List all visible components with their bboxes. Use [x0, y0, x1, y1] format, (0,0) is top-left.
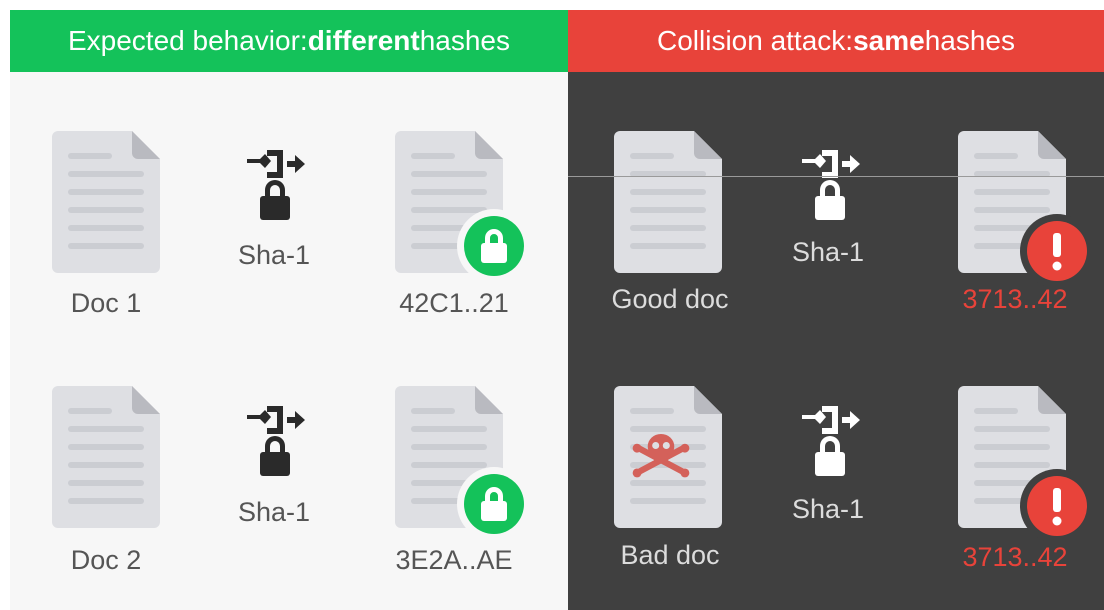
collision-attack-header: Collision attack: same hashes [568, 10, 1104, 72]
exclamation-badge-icon [1020, 214, 1094, 288]
lock-badge-icon [457, 209, 531, 283]
header-prefix: Collision attack: [656, 25, 854, 56]
document-icon [52, 131, 160, 273]
doc-name-label: Bad doc [620, 540, 720, 570]
header-suffix: hashes [924, 25, 1015, 56]
header-prefix: Expected behavior: [67, 25, 308, 56]
header-bold: same [853, 25, 925, 56]
hash-function-icon [798, 150, 862, 222]
header-bold: different [307, 25, 420, 56]
expected-behavior-header: Expected behavior: different hashes [10, 10, 568, 72]
hash-value: 3713..42 [962, 284, 1068, 314]
doc-name-label: Doc 1 [70, 288, 142, 318]
document-icon [52, 386, 160, 528]
collision-attack-panel: Collision attack: same hashes Good doc S… [568, 10, 1104, 610]
hash-value: 3713..42 [962, 542, 1068, 572]
skull-crossbones-icon [630, 430, 692, 484]
hash-function-icon [243, 150, 307, 222]
doc-name-label: Doc 2 [70, 545, 142, 575]
hash-function-icon [798, 406, 862, 478]
hash-value: 3E2A..AE [395, 545, 513, 575]
hash-value: 42C1..21 [399, 288, 509, 318]
divider-line [568, 176, 1104, 177]
lock-badge-icon [457, 467, 531, 541]
algorithm-label: Sha-1 [237, 497, 311, 527]
algorithm-label: Sha-1 [237, 240, 311, 270]
header-suffix: hashes [419, 25, 510, 56]
exclamation-badge-icon [1020, 469, 1094, 543]
algorithm-label: Sha-1 [791, 494, 865, 524]
expected-behavior-panel: Expected behavior: different hashes Doc … [10, 10, 568, 610]
doc-name-label: Good doc [611, 284, 729, 314]
hash-function-icon [243, 406, 307, 478]
algorithm-label: Sha-1 [791, 237, 865, 267]
document-icon [614, 131, 722, 273]
